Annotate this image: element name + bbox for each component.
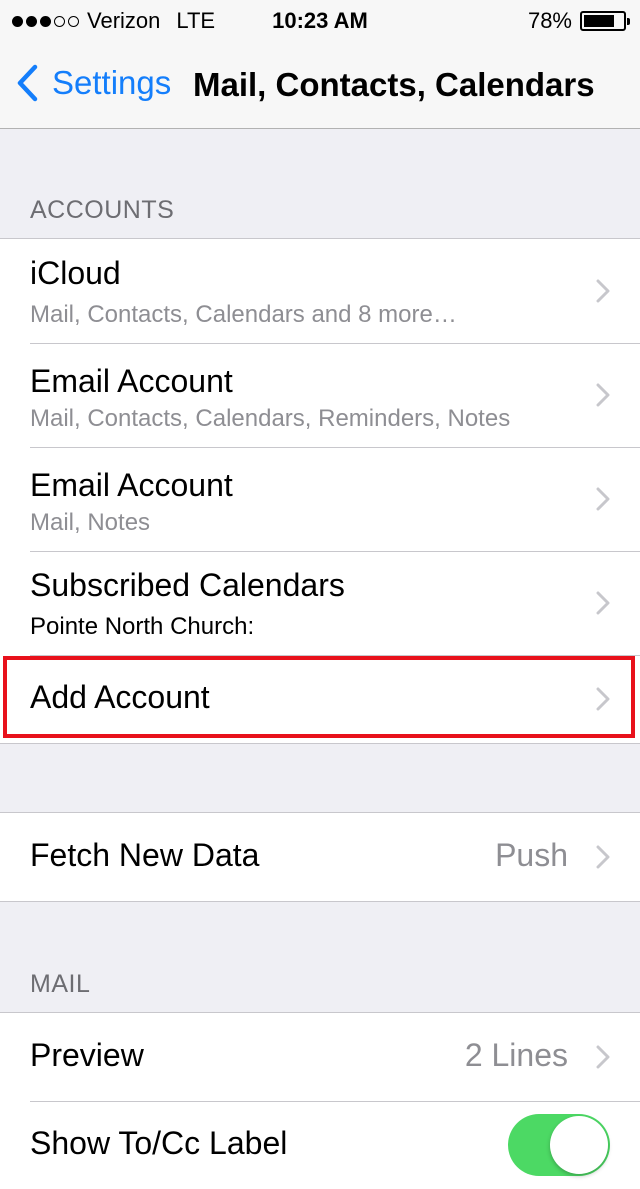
section-header-mail: MAIL (30, 970, 91, 998)
chevron-right-icon (596, 279, 610, 303)
chevron-right-icon (596, 845, 610, 869)
add-account-label: Add Account (30, 679, 210, 715)
status-right: 78% (527, 8, 630, 34)
account-subtitle: Mail, Contacts, Calendars, Reminders, No… (30, 405, 511, 432)
fetch-new-data-label: Fetch New Data (30, 837, 260, 873)
account-title: Email Account (30, 363, 233, 399)
toggle-knob (550, 1116, 608, 1174)
chevron-right-icon (596, 687, 610, 711)
chevron-left-icon (17, 64, 38, 102)
back-label: Settings (52, 64, 172, 101)
fetch-group: Fetch New Data Push (0, 812, 640, 902)
account-row-email-1[interactable]: Email Account Mail, Contacts, Calendars,… (0, 343, 640, 447)
status-bar: Verizon LTE 10:23 AM 78% (0, 0, 640, 40)
show-to-cc-label: Show To/Cc Label (30, 1125, 288, 1161)
chevron-right-icon (596, 1045, 610, 1069)
back-button[interactable]: Settings (16, 64, 171, 102)
mail-settings-list: Preview 2 Lines Show To/Cc Label (0, 1012, 640, 1189)
show-to-cc-row: Show To/Cc Label (0, 1101, 640, 1189)
account-row-icloud[interactable]: iCloud Mail, Contacts, Calendars and 8 m… (0, 239, 640, 343)
page-title: Mail, Contacts, Calendars (193, 66, 595, 103)
account-subtitle: Mail, Contacts, Calendars and 8 more… (30, 301, 457, 328)
account-title: Subscribed Calendars (30, 567, 345, 603)
account-row-subscribed-calendars[interactable]: Subscribed Calendars Pointe North Church… (0, 551, 640, 655)
account-title: Email Account (30, 467, 233, 503)
preview-value: 2 Lines (464, 1037, 568, 1073)
accounts-list: iCloud Mail, Contacts, Calendars and 8 m… (0, 238, 640, 744)
account-subtitle: Mail, Notes (30, 509, 151, 536)
section-header-accounts: ACCOUNTS (30, 196, 175, 224)
account-row-email-2[interactable]: Email Account Mail, Notes (0, 447, 640, 551)
chevron-right-icon (596, 383, 610, 407)
chevron-right-icon (596, 487, 610, 511)
show-to-cc-toggle[interactable] (508, 1114, 610, 1176)
fetch-new-data-value: Push (495, 837, 568, 873)
chevron-right-icon (596, 591, 610, 615)
add-account-row[interactable]: Add Account (0, 655, 640, 743)
preview-row[interactable]: Preview 2 Lines (0, 1013, 640, 1101)
battery-icon (580, 11, 630, 31)
battery-percent: 78% (527, 8, 572, 33)
navigation-bar: Settings Mail, Contacts, Calendars (0, 40, 640, 129)
account-title: iCloud (30, 255, 121, 291)
fetch-new-data-row[interactable]: Fetch New Data Push (0, 813, 640, 901)
account-subtitle: Pointe North Church: (30, 613, 255, 640)
preview-label: Preview (30, 1037, 144, 1073)
